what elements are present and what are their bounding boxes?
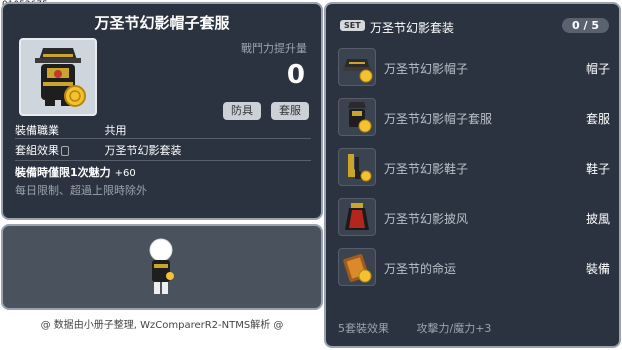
set-item-name: 万圣节的命运 [384, 262, 457, 276]
item-title: 万圣节幻影帽子套服 [94, 14, 230, 32]
item-info-panel: 万圣节幻影帽子套服 戰鬥力提升量 0 防具 套服 裝備職業 共用 套組效果 万圣… [1, 2, 323, 220]
lock-icon [61, 146, 69, 156]
set-item: 万圣节幻影鞋子 鞋子 [338, 148, 612, 188]
charm-limit-note: 每日限制、超過上限時除外 [15, 184, 147, 197]
charm-limit-plus: +60 [114, 168, 136, 179]
set-item-name: 万圣节幻影帽子 [384, 62, 469, 76]
card-icon [338, 248, 376, 286]
outfit-tag: 套服 [271, 102, 309, 120]
set-effect-label: 套組效果 [15, 142, 101, 158]
set-item: 万圣节幻影帽子 帽子 [338, 48, 612, 88]
credit-text: @ 数据由小册子整理, WzComparerR2-NTMS解析 @ [40, 320, 284, 331]
set-bonus-label: 5套裝效果 [338, 322, 389, 335]
set-item-name: 万圣节幻影披风 [384, 212, 469, 226]
set-item: 万圣节的命运 裝備 [338, 248, 612, 288]
divider [15, 160, 311, 161]
set-item: 万圣节幻影披风 披風 [338, 198, 612, 238]
cape-icon [338, 198, 376, 236]
set-bonus-value: 攻擊力/魔力+3 [416, 322, 492, 335]
power-label: 戰鬥力提升量 [241, 42, 307, 55]
set-bonus: 5套裝效果 攻擊力/魔力+3 [338, 320, 491, 336]
set-item-name: 万圣节幻影鞋子 [384, 162, 469, 176]
job-value: 共用 [104, 124, 127, 137]
set-effect-value: 万圣节幻影套装 [104, 144, 182, 157]
hat-icon [338, 48, 376, 86]
charm-limit: 裝備時僅限1次魅力 +60 [15, 164, 136, 180]
set-item-slot: 帽子 [585, 62, 610, 76]
set-name: 万圣节幻影套装 [370, 21, 455, 35]
shoes-icon [338, 148, 376, 186]
set-panel: SET 万圣节幻影套装 0 / 5 万圣节幻影帽子 帽子 万圣节幻影帽子套服 套… [324, 2, 621, 348]
set-count: 0 / 5 [562, 18, 609, 33]
job-row: 裝備職業 共用 [15, 122, 127, 138]
charm-limit-label: 裝備時僅限1次魅力 [15, 166, 111, 179]
set-effect-row: 套組效果 万圣节幻影套装 [15, 142, 182, 158]
set-badge: SET [340, 20, 365, 31]
set-item-slot: 裝備 [585, 262, 610, 276]
item-image [19, 38, 97, 116]
set-item-slot: 套服 [585, 112, 610, 126]
set-item-slot: 披風 [585, 212, 610, 226]
job-label: 裝備職業 [15, 124, 59, 137]
avatar [149, 238, 174, 294]
outfit-icon [338, 98, 376, 136]
power-value: 0 [286, 60, 305, 90]
divider [15, 138, 311, 139]
set-item-slot: 鞋子 [585, 162, 610, 176]
armor-tag: 防具 [223, 102, 261, 120]
set-item: 万圣节幻影帽子套服 套服 [338, 98, 612, 138]
set-item-name: 万圣节幻影帽子套服 [384, 112, 493, 126]
